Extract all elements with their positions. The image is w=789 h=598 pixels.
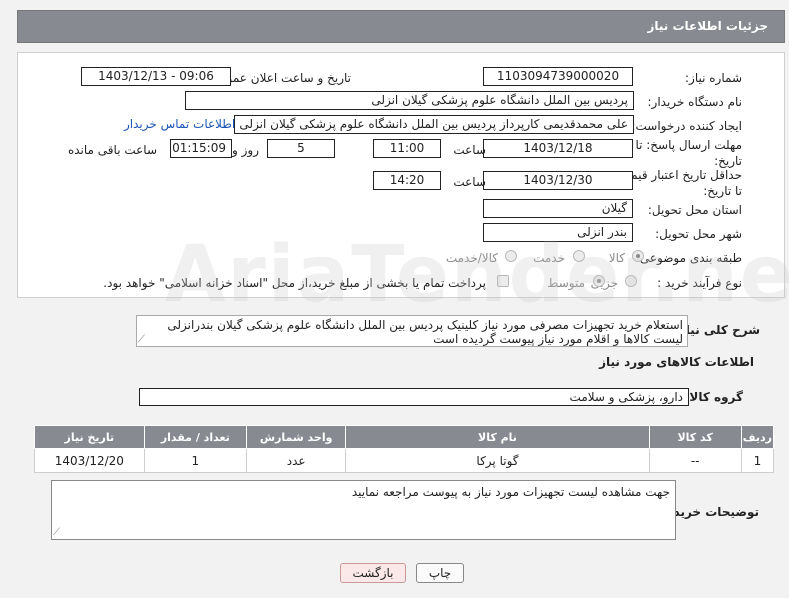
creator-field: علی محمدقدیمی کارپرداز پردیس بین الملل د…: [234, 115, 634, 134]
remaining-label: ساعت باقی مانده: [67, 143, 157, 157]
col-code-header: کد کالا: [648, 425, 742, 449]
cell-date: 1403/12/20: [34, 448, 145, 473]
table-row: 1 -- گوتا پرکا عدد 1 1403/12/20: [34, 448, 775, 473]
goods-section-title: اطلاعات کالاهای مورد نیاز: [599, 355, 754, 369]
category-label: طبقه بندی موضوعی:: [635, 251, 742, 265]
process-medium-radio[interactable]: [593, 275, 605, 287]
category-service-radio[interactable]: [573, 250, 585, 262]
goods-group-field: دارو، پزشکی و سلامت: [139, 388, 689, 406]
buyer-notes-textarea: جهت مشاهده لیست تجهیزات مورد نیاز به پیو…: [51, 480, 676, 540]
goods-table: ردیف کد کالا نام کالا واحد شمارش تعداد /…: [34, 425, 775, 473]
reply-deadline-label: مهلت ارسال پاسخ: تا تاریخ:: [635, 138, 742, 168]
notes-resize-handle-icon[interactable]: ⟋: [53, 527, 60, 538]
category-goods-label: کالا: [608, 251, 625, 265]
col-row-header: ردیف: [740, 425, 775, 449]
category-both-label: کالا/خدمت: [445, 251, 498, 265]
category-goods-radio[interactable]: [632, 250, 644, 262]
reply-date-field: 1403/12/18: [483, 139, 633, 158]
treasury-payment-note: پرداخت تمام یا بخشی از مبلغ خرید،از محل …: [103, 276, 486, 290]
days-label: روز و: [232, 143, 259, 157]
col-name-header: نام کالا: [345, 425, 650, 449]
table-header-row: ردیف کد کالا نام کالا واحد شمارش تعداد /…: [34, 425, 775, 449]
back-button[interactable]: بازگشت: [340, 563, 406, 583]
description-line-1: استعلام خرید تجهیزات مصرفی مورد نیاز کلی…: [167, 318, 683, 332]
page-title: جزئیات اطلاعات نیاز: [647, 19, 768, 33]
price-time-label: ساعت: [453, 175, 486, 189]
page-header: جزئیات اطلاعات نیاز: [17, 10, 785, 43]
description-line-2: لیست کالاها و اقلام مورد نیاز پیوست گردی…: [433, 332, 683, 346]
buyer-org-field: پردیس بین الملل دانشگاه علوم پزشکی گیلان…: [185, 91, 634, 110]
cell-code: --: [648, 448, 742, 473]
col-unit-header: واحد شمارش: [245, 425, 347, 449]
announce-field: 1403/12/13 - 09:06: [81, 67, 231, 86]
need-number-field: 1103094739000020: [483, 67, 633, 86]
need-number-label: شماره نیاز:: [685, 71, 742, 85]
reply-time-label: ساعت: [453, 143, 486, 157]
city-field: بندر انزلی: [483, 223, 633, 242]
province-field: گیلان: [483, 199, 633, 218]
goods-group-label: گروه کالا:: [684, 390, 743, 404]
remaining-time-field: 01:15:09: [170, 139, 232, 158]
description-textarea: استعلام خرید تجهیزات مصرفی مورد نیاز کلی…: [136, 315, 688, 347]
creator-label: ایجاد کننده درخواست:: [631, 119, 742, 133]
cell-unit: عدد: [245, 448, 347, 473]
resize-handle-icon[interactable]: ⟋: [138, 334, 145, 345]
buyer-org-label: نام دستگاه خریدار:: [647, 95, 743, 109]
col-qty-header: تعداد / مقدار: [143, 425, 247, 449]
days-field: 5: [267, 139, 335, 158]
process-medium-label: متوسط: [547, 276, 585, 290]
process-label: نوع فرآیند خرید :: [657, 276, 742, 290]
category-service-label: خدمت: [533, 251, 565, 265]
cell-name: گوتا پرکا: [345, 448, 650, 473]
city-label: شهر محل تحویل:: [655, 227, 742, 241]
col-date-header: تاریخ نیاز: [34, 425, 145, 449]
buyer-notes-text: جهت مشاهده لیست تجهیزات مورد نیاز به پیو…: [351, 485, 670, 499]
reply-time-field: 11:00: [373, 139, 441, 158]
price-date-field: 1403/12/30: [483, 171, 633, 190]
treasury-payment-checkbox[interactable]: [497, 275, 509, 287]
cell-row: 1: [740, 448, 775, 473]
print-button[interactable]: چاپ: [416, 563, 464, 583]
price-time-field: 14:20: [373, 171, 441, 190]
province-label: استان محل تحویل:: [647, 203, 742, 217]
cell-qty: 1: [143, 448, 247, 473]
buyer-contact-link[interactable]: اطلاعات تماس خریدار: [124, 117, 235, 131]
category-both-radio[interactable]: [505, 250, 517, 262]
process-minor-radio[interactable]: [625, 275, 637, 287]
